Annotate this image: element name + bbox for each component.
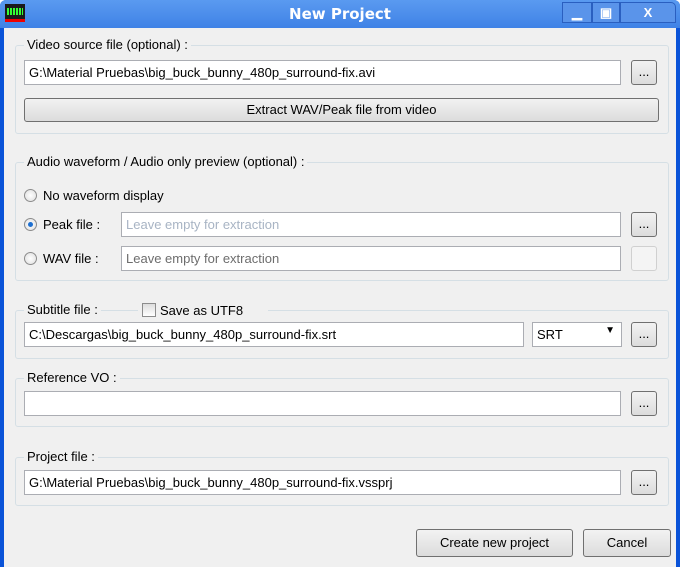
reference-browse-button[interactable]: ...	[631, 391, 657, 416]
video-file-input[interactable]: G:\Material Pruebas\big_buck_bunny_480p_…	[24, 60, 621, 85]
peak-file-label: Peak file :	[43, 217, 101, 232]
wav-browse-button-disabled[interactable]	[631, 246, 657, 271]
new-project-dialog: New Project ▁ ▣ X Video source file (opt…	[0, 0, 680, 567]
video-browse-button[interactable]: ...	[631, 60, 657, 85]
peak-browse-button[interactable]: ...	[631, 212, 657, 237]
create-project-button[interactable]: Create new project	[416, 529, 573, 557]
wav-file-radio[interactable]	[24, 252, 37, 265]
close-button[interactable]: X	[620, 2, 676, 23]
no-waveform-label: No waveform display	[43, 188, 164, 203]
video-label: Video source file (optional) :	[24, 37, 191, 52]
reference-vo-input[interactable]	[24, 391, 621, 416]
maximize-button[interactable]: ▣	[592, 2, 620, 23]
audio-label: Audio waveform / Audio only preview (opt…	[24, 154, 308, 169]
cancel-button[interactable]: Cancel	[583, 529, 671, 557]
chevron-down-icon: ▼	[605, 325, 615, 336]
subtitle-format-select[interactable]: SRT ▼	[532, 322, 622, 347]
peak-file-input[interactable]: Leave empty for extraction	[121, 212, 621, 237]
utf8-option: Save as UTF8	[138, 302, 268, 320]
subtitle-browse-button[interactable]: ...	[631, 322, 657, 347]
wav-file-label: WAV file :	[43, 251, 99, 266]
save-utf8-label: Save as UTF8	[160, 303, 244, 318]
title-bar[interactable]: New Project ▁ ▣ X	[0, 0, 680, 28]
wav-file-input[interactable]: Leave empty for extraction	[121, 246, 621, 271]
reference-label: Reference VO :	[24, 370, 120, 385]
minimize-button[interactable]: ▁	[562, 2, 592, 23]
extract-wav-peak-button[interactable]: Extract WAV/Peak file from video	[24, 98, 659, 122]
project-label: Project file :	[24, 449, 98, 464]
peak-file-radio[interactable]	[24, 218, 37, 231]
project-browse-button[interactable]: ...	[631, 470, 657, 495]
save-utf8-checkbox[interactable]	[142, 303, 156, 317]
subtitle-format-value: SRT	[537, 327, 563, 342]
subtitle-file-input[interactable]: C:\Descargas\big_buck_bunny_480p_surroun…	[24, 322, 524, 347]
no-waveform-radio[interactable]	[24, 189, 37, 202]
project-file-input[interactable]: G:\Material Pruebas\big_buck_bunny_480p_…	[24, 470, 621, 495]
subtitle-label: Subtitle file :	[24, 302, 101, 317]
